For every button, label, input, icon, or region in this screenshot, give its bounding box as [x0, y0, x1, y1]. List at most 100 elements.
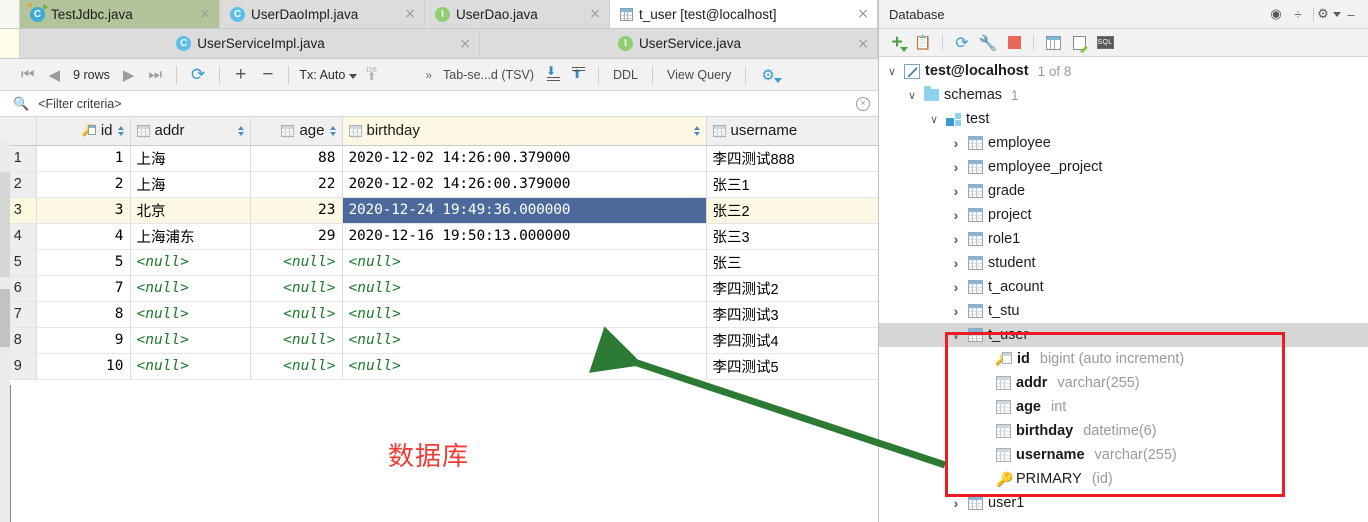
hide-panel-icon[interactable]: – [1340, 3, 1362, 25]
cell-addr[interactable]: 北京 [130, 197, 251, 224]
table-row[interactable]: 7 8 <null> <null> <null> 李四测试3 [0, 301, 878, 328]
cell-age[interactable]: 22 [250, 171, 343, 198]
database-tools-icon[interactable]: 🔧 [976, 32, 1000, 54]
table-row[interactable]: 4 4 上海浦东 29 2020-12-16 19:50:13.000000 张三3 [0, 223, 878, 250]
tree-node-primary[interactable]: 🔑 PRIMARY (id) [879, 467, 1368, 491]
close-icon[interactable]: × [857, 7, 869, 21]
cell-id[interactable]: 8 [36, 301, 131, 328]
chevron-down-icon[interactable]: ∨ [905, 89, 919, 102]
cell-age[interactable]: 88 [250, 145, 343, 172]
chevron-down-icon[interactable]: ∨ [885, 65, 899, 78]
cell-username[interactable]: 张三3 [706, 223, 878, 250]
chevron-right-icon[interactable]: › [949, 255, 963, 271]
chevron-right-icon[interactable]: › [949, 159, 963, 175]
export-data-icon[interactable] [571, 67, 586, 82]
first-page-button[interactable]: ⏮ [14, 63, 42, 87]
chevron-right-icon[interactable]: › [949, 207, 963, 223]
editor-tab-t-user[interactable]: t_user [test@localhost] × [610, 0, 878, 28]
cell-username[interactable]: 张三1 [706, 171, 878, 198]
cell-addr[interactable]: 上海 [130, 171, 251, 198]
chevron-right-icon[interactable]: › [949, 135, 963, 151]
cell-id[interactable]: 2 [36, 171, 131, 198]
tree-node-grade[interactable]: › grade [879, 179, 1368, 203]
tree-node-employee[interactable]: › employee [879, 131, 1368, 155]
scrollbar-thumb[interactable] [0, 289, 10, 347]
remove-row-button[interactable]: − [254, 65, 281, 84]
close-icon[interactable]: × [857, 37, 869, 51]
collapse-all-icon[interactable]: ÷ [1287, 3, 1309, 25]
cell-age[interactable]: <null> [250, 353, 343, 380]
last-page-button[interactable]: ⏭ [141, 63, 169, 87]
chevron-right-icon[interactable]: › [949, 495, 963, 511]
gear-icon[interactable]: ⚙ [753, 66, 782, 84]
cell-age[interactable]: <null> [250, 327, 343, 354]
cell-addr[interactable]: <null> [130, 249, 251, 276]
cell-age[interactable]: 23 [250, 197, 343, 224]
cell-id[interactable]: 4 [36, 223, 131, 250]
sort-toggle-icon[interactable] [237, 125, 244, 136]
tree-node-test[interactable]: ∨ test [879, 107, 1368, 131]
close-icon[interactable]: × [459, 37, 471, 51]
chevron-right-icon[interactable]: › [949, 279, 963, 295]
editor-tab-userserviceimpl[interactable]: C UserServiceImpl.java × [20, 29, 480, 58]
modify-table-icon[interactable] [1067, 32, 1091, 54]
import-data-icon[interactable] [546, 64, 561, 82]
stop-icon[interactable] [1002, 32, 1026, 54]
close-icon[interactable]: × [199, 7, 211, 21]
filter-criteria-input[interactable]: <Filter criteria> [38, 97, 847, 111]
cell-id[interactable]: 7 [36, 275, 131, 302]
synchronize-icon[interactable]: ⟳ [950, 32, 974, 54]
cell-id[interactable]: 10 [36, 353, 131, 380]
cell-username[interactable]: 李四测试2 [706, 275, 878, 302]
cell-birthday[interactable]: 2020-12-02 14:26:00.379000 [342, 171, 707, 198]
tree-node-test-localhost[interactable]: ∨ test@localhost 1 of 8 [879, 59, 1368, 83]
table-row[interactable]: 8 9 <null> <null> <null> 李四测试4 [0, 327, 878, 354]
chevron-right-icon[interactable]: › [949, 183, 963, 199]
editor-tab-testjdbc[interactable]: C TestJdbc.java × [20, 0, 220, 28]
sort-toggle-icon[interactable] [693, 125, 700, 136]
cell-username[interactable]: 张三 [706, 249, 878, 276]
close-icon[interactable]: × [404, 7, 416, 21]
cell-username[interactable]: 李四测试3 [706, 301, 878, 328]
jump-to-console-icon[interactable] [1041, 32, 1065, 54]
cell-birthday[interactable]: 2020-12-16 19:50:13.000000 [342, 223, 707, 250]
gear-icon[interactable]: ⚙ [1317, 3, 1341, 25]
table-row[interactable]: 5 5 <null> <null> <null> 张三 [0, 249, 878, 276]
tree-node-schemas[interactable]: ∨ schemas 1 [879, 83, 1368, 107]
expand-toolbar-chevrons[interactable]: » [421, 68, 436, 82]
cell-age[interactable]: <null> [250, 249, 343, 276]
tree-node-employee_project[interactable]: › employee_project [879, 155, 1368, 179]
cell-addr[interactable]: <null> [130, 327, 251, 354]
sql-script-icon[interactable]: SQL [1093, 32, 1117, 54]
column-header-id[interactable]: 🔑 id [36, 117, 131, 146]
column-header-birthday[interactable]: birthday [342, 117, 707, 146]
cell-birthday[interactable]: <null> [342, 353, 707, 380]
cell-addr[interactable]: 上海浦东 [130, 223, 251, 250]
transaction-mode-dropdown[interactable]: Tx: Auto [296, 68, 360, 82]
cell-birthday[interactable]: <null> [342, 327, 707, 354]
cell-id[interactable]: 5 [36, 249, 131, 276]
cell-addr[interactable]: <null> [130, 275, 251, 302]
tree-node-addr[interactable]: addr varchar(255) [879, 371, 1368, 395]
view-query-button[interactable]: View Query [660, 63, 738, 87]
next-page-button[interactable]: ▶ [116, 63, 142, 87]
cell-birthday[interactable]: 2020-12-02 14:26:00.379000 [342, 145, 707, 172]
tree-node-age[interactable]: age int [879, 395, 1368, 419]
table-row[interactable]: 6 7 <null> <null> <null> 李四测试2 [0, 275, 878, 302]
tree-node-student[interactable]: › student [879, 251, 1368, 275]
editor-tab-userdao[interactable]: I UserDao.java × [425, 0, 610, 28]
tree-node-t_acount[interactable]: › t_acount [879, 275, 1368, 299]
close-icon[interactable]: × [589, 7, 601, 21]
cell-addr[interactable]: <null> [130, 301, 251, 328]
table-row[interactable]: 3 3 北京 23 2020-12-24 19:49:36.000000 张三2 [0, 197, 878, 224]
chevron-down-icon[interactable]: ∨ [949, 329, 963, 342]
tree-node-birthday[interactable]: birthday datetime(6) [879, 419, 1368, 443]
add-data-source-icon[interactable]: + [885, 32, 909, 54]
tree-node-role1[interactable]: › role1 [879, 227, 1368, 251]
ddl-button[interactable]: DDL [606, 63, 645, 87]
table-row[interactable]: 1 1 上海 88 2020-12-02 14:26:00.379000 李四测试888 [0, 145, 878, 172]
cell-id[interactable]: 1 [36, 145, 131, 172]
tree-node-id[interactable]: 🔑 id bigint (auto increment) [879, 347, 1368, 371]
editor-tab-userdaoimpl[interactable]: C UserDaoImpl.java × [220, 0, 425, 28]
cell-age[interactable]: <null> [250, 275, 343, 302]
